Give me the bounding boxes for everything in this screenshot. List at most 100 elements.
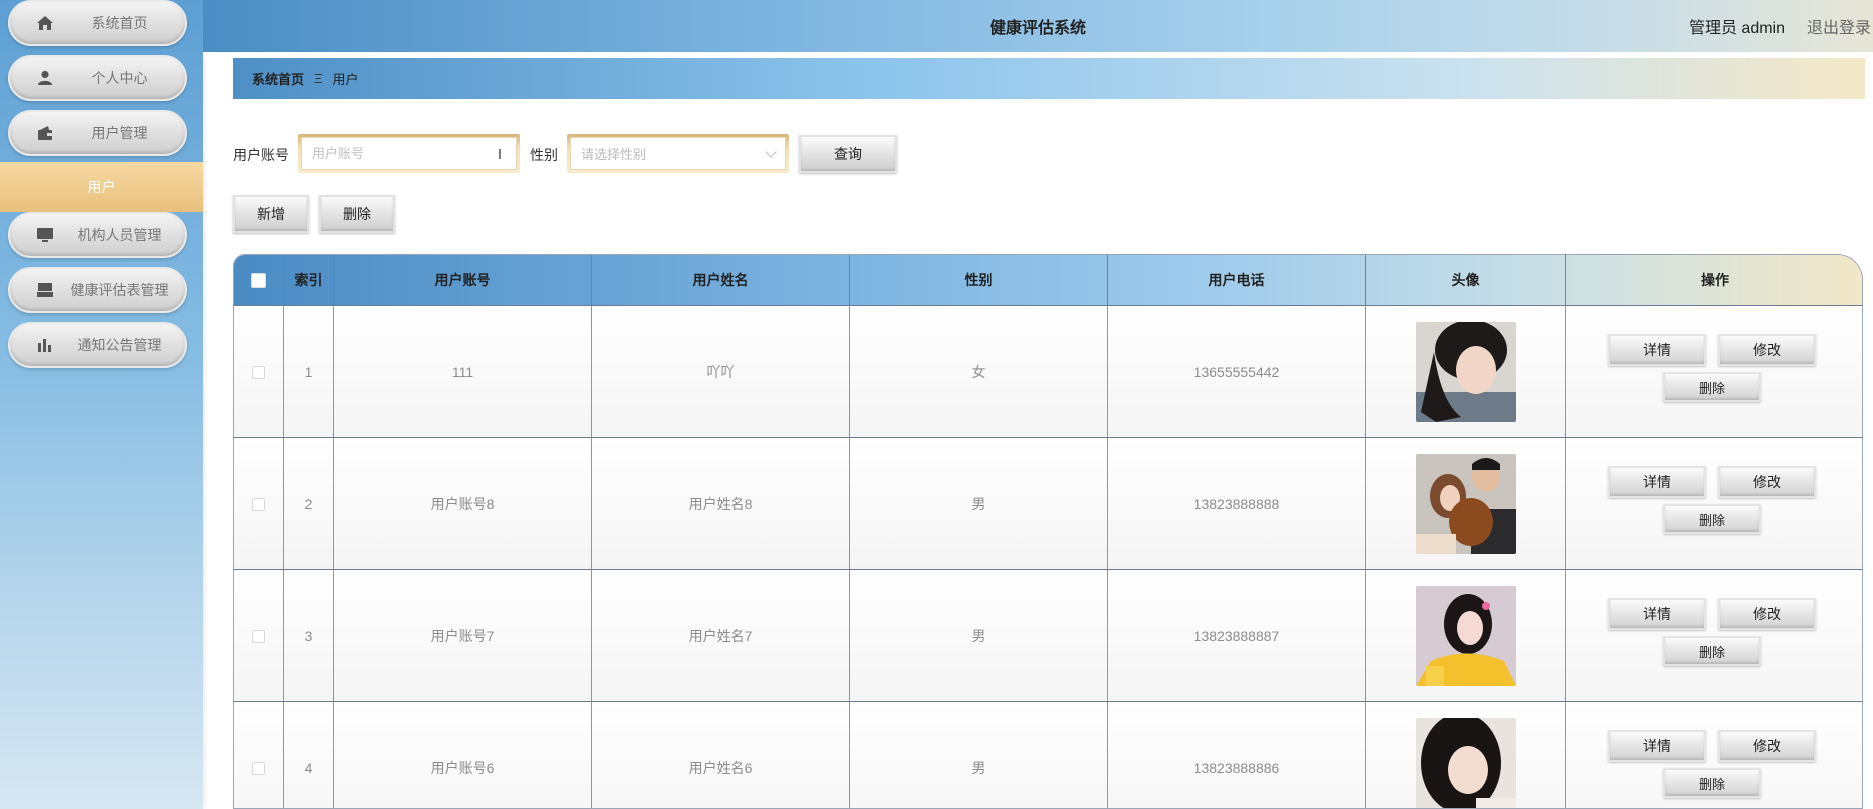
cell-operations: 详情 修改 删除 bbox=[1566, 438, 1862, 570]
cell-gender: 男 bbox=[850, 570, 1108, 702]
cell-account: 用户账号8 bbox=[334, 438, 592, 570]
row-delete-button[interactable]: 删除 bbox=[1663, 372, 1761, 402]
tray-icon bbox=[37, 283, 53, 297]
row-delete-button[interactable]: 删除 bbox=[1663, 636, 1761, 666]
detail-button[interactable]: 详情 bbox=[1608, 334, 1706, 366]
detail-button[interactable]: 详情 bbox=[1608, 466, 1706, 498]
cell-account: 111 bbox=[334, 306, 592, 438]
cell-avatar bbox=[1366, 570, 1566, 702]
account-search-field: I bbox=[298, 134, 520, 173]
row-checkbox[interactable] bbox=[252, 761, 265, 775]
avatar-image bbox=[1415, 322, 1516, 422]
chevron-down-icon bbox=[765, 146, 777, 158]
gender-search-label: 性别 bbox=[530, 147, 558, 163]
app-title: 健康评估系统 bbox=[989, 20, 1086, 37]
user-table: 索引 用户账号 用户姓名 性别 用户电话 头像 操作 1 111 吖吖 女 13… bbox=[233, 254, 1863, 809]
column-header-account: 用户账号 bbox=[334, 255, 592, 305]
avatar-image bbox=[1415, 454, 1516, 554]
table-row: 1 111 吖吖 女 13655555442 详情 修改 删除 bbox=[234, 305, 1862, 438]
cell-account: 用户账号6 bbox=[334, 702, 592, 808]
sidebar-item-assessment-management[interactable]: 健康评估表管理 bbox=[8, 267, 187, 313]
edit-button[interactable]: 修改 bbox=[1718, 334, 1816, 366]
sidebar-item-label: 系统首页 bbox=[91, 15, 148, 31]
column-header-gender: 性别 bbox=[850, 255, 1108, 305]
add-button[interactable]: 新增 bbox=[233, 195, 309, 233]
header-select-all bbox=[234, 255, 284, 305]
cell-avatar bbox=[1366, 702, 1566, 808]
monitor-icon bbox=[37, 228, 53, 242]
sidebar-item-label: 健康评估表管理 bbox=[70, 282, 169, 298]
gender-select-field: 请选择性别 bbox=[567, 134, 789, 173]
avatar-image bbox=[1415, 718, 1516, 808]
table-row: 2 用户账号8 用户姓名8 男 13823888888 详情 修改 删除 bbox=[234, 437, 1862, 570]
edit-button[interactable]: 修改 bbox=[1718, 730, 1816, 762]
cell-phone: 13823888886 bbox=[1108, 702, 1366, 808]
breadcrumb-home[interactable]: 系统首页 bbox=[252, 69, 304, 88]
cell-gender: 女 bbox=[850, 306, 1108, 438]
table-row: 3 用户账号7 用户姓名7 男 13823888887 详情 修改 删除 bbox=[234, 569, 1862, 702]
query-button[interactable]: 查询 bbox=[799, 135, 897, 173]
cell-operations: 详情 修改 删除 bbox=[1566, 702, 1862, 808]
sidebar-item-label: 机构人员管理 bbox=[77, 227, 162, 243]
row-delete-button[interactable]: 删除 bbox=[1663, 504, 1761, 534]
wallet-icon bbox=[38, 126, 52, 140]
row-checkbox[interactable] bbox=[252, 365, 265, 379]
cell-index: 2 bbox=[284, 438, 334, 570]
cell-index: 1 bbox=[284, 306, 334, 438]
cell-phone: 13823888888 bbox=[1108, 438, 1366, 570]
gender-select[interactable]: 请选择性别 bbox=[570, 137, 786, 170]
detail-button[interactable]: 详情 bbox=[1608, 730, 1706, 762]
bar-chart-icon bbox=[38, 339, 51, 352]
table-header: 索引 用户账号 用户姓名 性别 用户电话 头像 操作 bbox=[234, 255, 1862, 305]
sidebar-item-label: 个人中心 bbox=[91, 70, 148, 86]
column-header-index: 索引 bbox=[284, 255, 334, 305]
cell-index: 4 bbox=[284, 702, 334, 808]
row-checkbox[interactable] bbox=[252, 497, 265, 511]
breadcrumb-current: 用户 bbox=[332, 72, 359, 87]
sidebar-item-profile[interactable]: 个人中心 bbox=[8, 55, 187, 101]
avatar-image bbox=[1415, 586, 1516, 686]
sidebar-item-home[interactable]: 系统首页 bbox=[8, 0, 187, 46]
breadcrumb: 系统首页 Ξ 用户 bbox=[233, 58, 1865, 99]
row-delete-button[interactable]: 删除 bbox=[1663, 768, 1761, 798]
select-all-checkbox[interactable] bbox=[251, 272, 266, 288]
row-select-cell bbox=[234, 702, 284, 808]
row-select-cell bbox=[234, 306, 284, 438]
cell-account: 用户账号7 bbox=[334, 570, 592, 702]
cell-phone: 13823888887 bbox=[1108, 570, 1366, 702]
cell-avatar bbox=[1366, 438, 1566, 570]
cell-avatar bbox=[1366, 306, 1566, 438]
cell-index: 3 bbox=[284, 570, 334, 702]
row-checkbox[interactable] bbox=[252, 629, 265, 643]
sidebar-item-staff-management[interactable]: 机构人员管理 bbox=[8, 212, 187, 258]
cell-operations: 详情 修改 删除 bbox=[1566, 570, 1862, 702]
account-search-label: 用户账号 bbox=[233, 147, 289, 163]
cell-name: 用户姓名8 bbox=[592, 438, 850, 570]
gender-select-placeholder: 请选择性别 bbox=[581, 147, 647, 162]
cell-phone: 13655555442 bbox=[1108, 306, 1366, 438]
cell-name: 吖吖 bbox=[592, 306, 850, 438]
column-header-name: 用户姓名 bbox=[592, 255, 850, 305]
top-header: 健康评估系统 管理员 admin 退出登录 bbox=[203, 0, 1873, 52]
sidebar-item-label: 通知公告管理 bbox=[77, 337, 162, 353]
column-header-operations: 操作 bbox=[1701, 272, 1729, 288]
sidebar: 系统首页 个人中心 用户管理 用户 机构人员管理 健康评估表管理 通知公告管理 bbox=[0, 0, 203, 809]
header-divider bbox=[203, 52, 1873, 57]
cell-name: 用户姓名7 bbox=[592, 570, 850, 702]
edit-button[interactable]: 修改 bbox=[1718, 598, 1816, 630]
person-icon bbox=[38, 70, 52, 85]
text-cursor-icon: I bbox=[497, 146, 502, 163]
home-icon bbox=[37, 16, 53, 30]
sidebar-item-user-management[interactable]: 用户管理 bbox=[8, 110, 187, 156]
edit-button[interactable]: 修改 bbox=[1718, 466, 1816, 498]
batch-delete-button[interactable]: 删除 bbox=[319, 195, 395, 233]
row-select-cell bbox=[234, 438, 284, 570]
current-user: 管理员 admin bbox=[1688, 20, 1785, 37]
sidebar-subitem-user[interactable]: 用户 bbox=[0, 162, 203, 212]
cell-name: 用户姓名6 bbox=[592, 702, 850, 808]
cell-gender: 男 bbox=[850, 702, 1108, 808]
sidebar-item-notice-management[interactable]: 通知公告管理 bbox=[8, 322, 187, 368]
logout-link[interactable]: 退出登录 bbox=[1807, 14, 1871, 38]
detail-button[interactable]: 详情 bbox=[1608, 598, 1706, 630]
account-search-input[interactable] bbox=[312, 146, 516, 161]
